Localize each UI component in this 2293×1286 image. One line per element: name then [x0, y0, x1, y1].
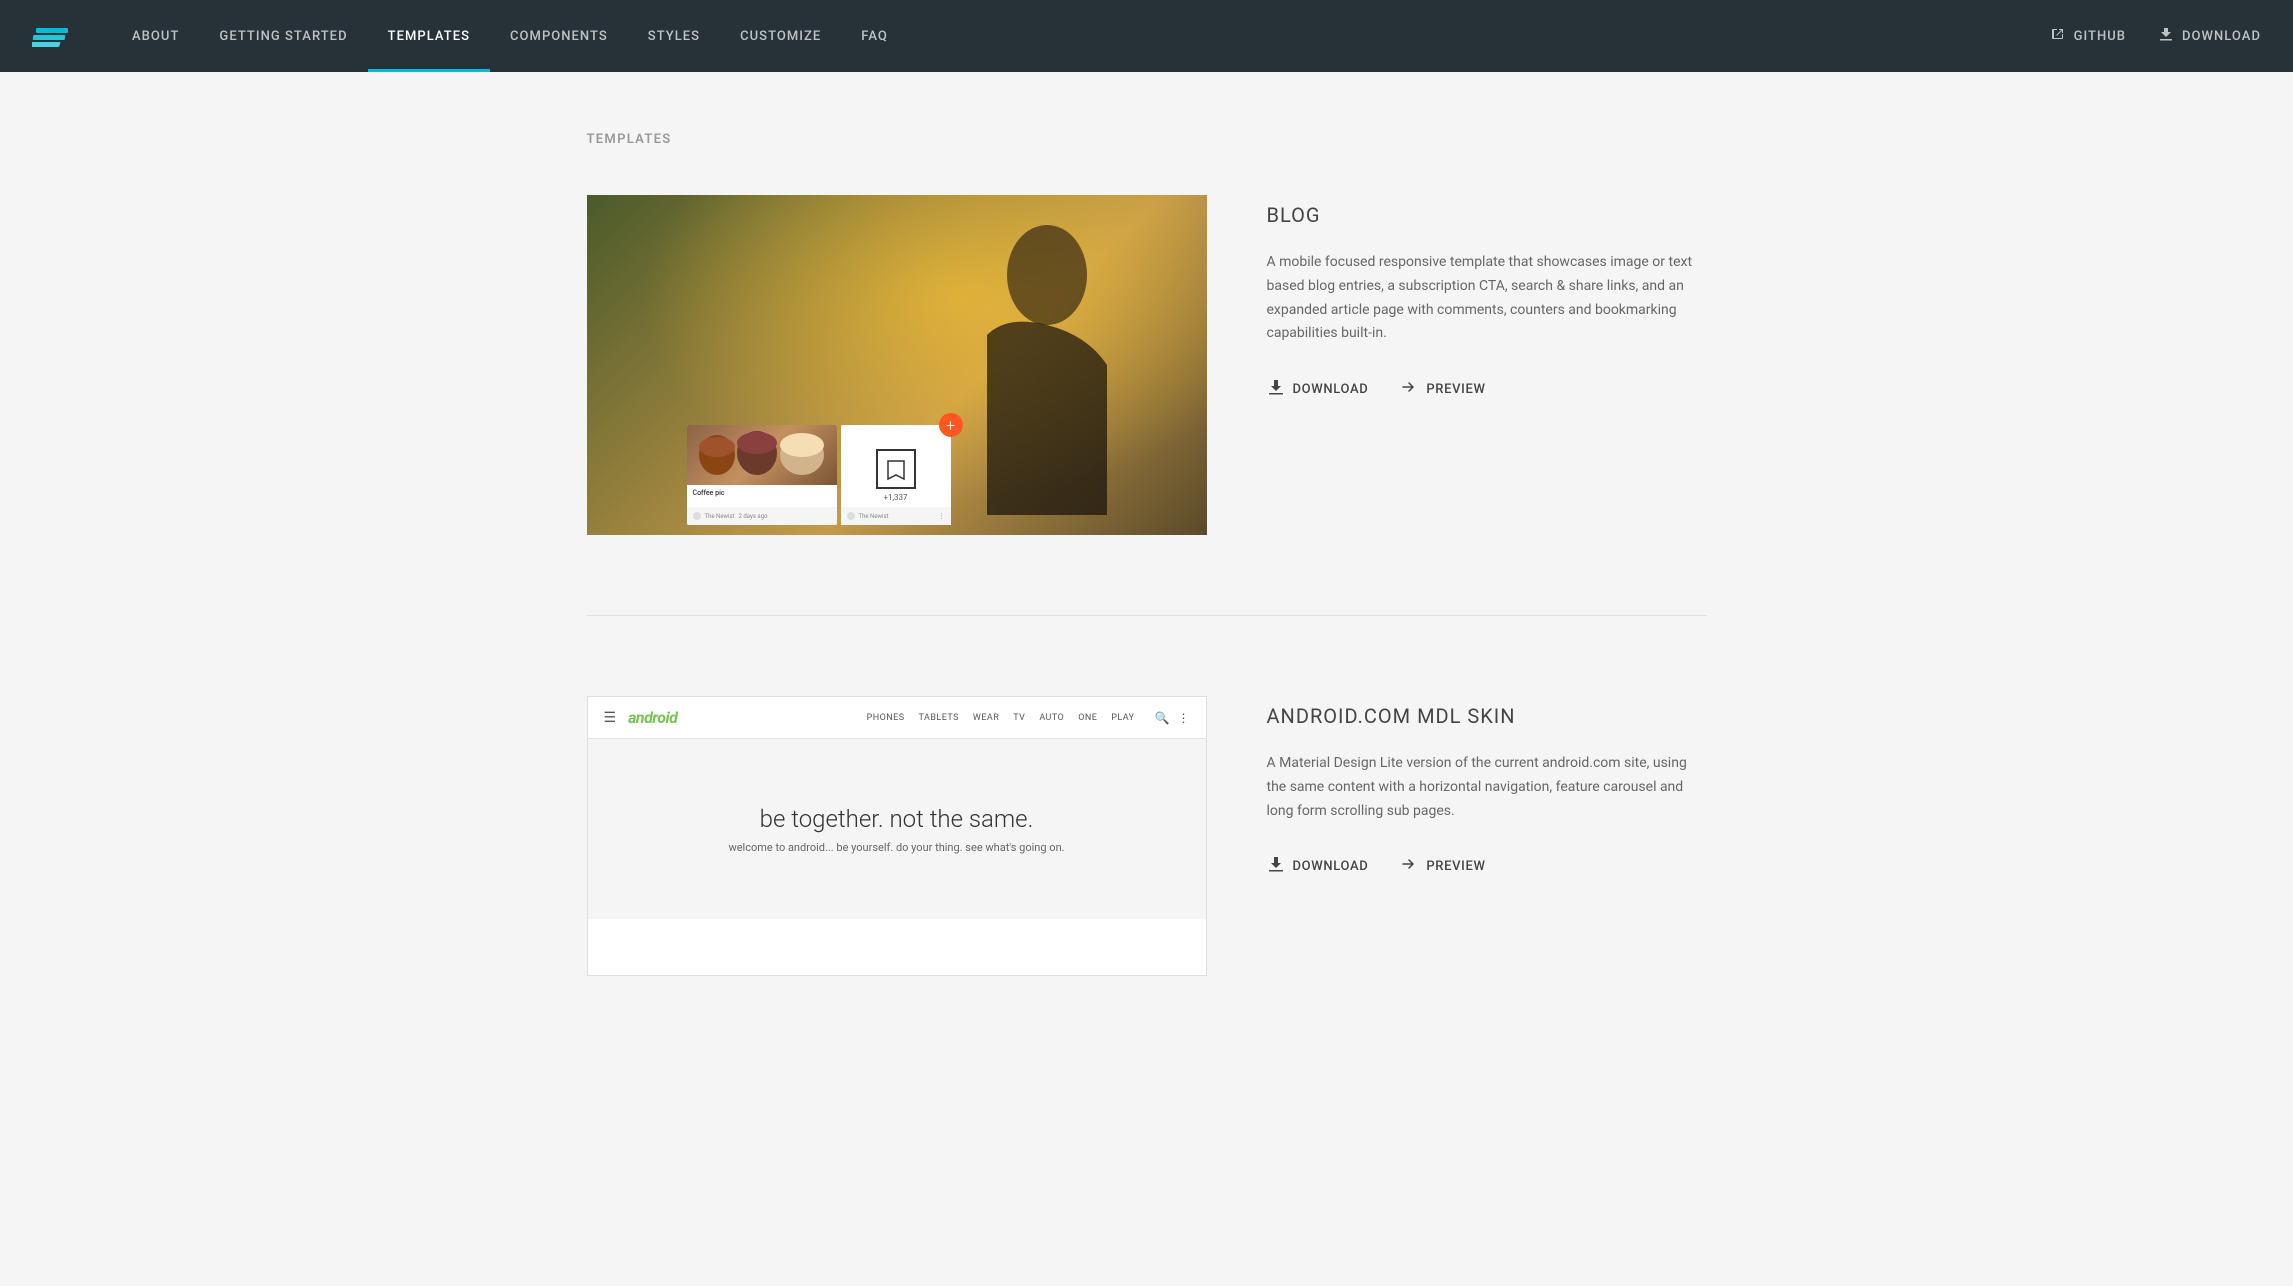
android-template-info: ANDROID.COM MDL SKIN A Material Design L… — [1267, 696, 1707, 877]
blog-card-photo: Coffee pic The Newist 2 days ago — [687, 425, 837, 525]
android-preview-image: ☰ android PHONES TABLETS WEAR TV AUTO ON… — [587, 696, 1207, 976]
download-icon-nav — [2158, 26, 2174, 46]
blog-card-bookmark-icon — [876, 449, 916, 489]
blog-plus-button[interactable]: + — [939, 413, 963, 437]
blog-card-icon-card: +1,337 The Newist ⋮ — [841, 425, 951, 525]
template-card-android: ☰ android PHONES TABLETS WEAR TV AUTO ON… — [587, 696, 1707, 976]
blog-download-label: Download — [1293, 382, 1369, 397]
blog-preview-cards: Coffee pic The Newist 2 days ago + — [687, 425, 951, 525]
page-title: TEMPLATES — [587, 132, 1707, 147]
template-card-blog: Coffee pic The Newist 2 days ago + — [587, 195, 1707, 535]
blog-template-actions: Download Preview — [1267, 378, 1707, 400]
blog-preview-button[interactable]: Preview — [1400, 378, 1485, 400]
blog-card-wrapper: + +1,337 The Newist ⋮ — [841, 425, 951, 525]
android-nav-phones[interactable]: PHONES — [867, 713, 905, 723]
blog-template-name: BLOG — [1267, 203, 1707, 227]
blog-card-footer-2: The Newist ⋮ — [841, 507, 951, 525]
link-icon — [2050, 26, 2066, 46]
blog-card-img — [687, 425, 837, 485]
navbar: ABOUT GETTING STARTED TEMPLATES COMPONEN… — [0, 0, 2293, 72]
nav-components[interactable]: COMPONENTS — [490, 0, 628, 72]
android-logo: android — [628, 708, 677, 727]
android-preview-button[interactable]: Preview — [1400, 855, 1485, 877]
blog-card-coffee-label: Coffee pic — [687, 485, 837, 501]
blog-card-date: 2 days ago — [739, 513, 768, 520]
blog-card-author-2: The Newist — [859, 513, 889, 520]
blog-card-avatar-2 — [847, 512, 855, 520]
nav-templates[interactable]: TEMPLATES — [368, 0, 490, 72]
android-search-icon[interactable]: 🔍 — [1155, 711, 1170, 725]
nav-styles[interactable]: STYLES — [628, 0, 720, 72]
android-download-button[interactable]: Download — [1267, 855, 1369, 877]
github-label: GitHub — [2074, 29, 2126, 44]
navbar-right: GitHub Download — [2050, 26, 2261, 46]
blog-card-counter: +1,337 — [883, 493, 907, 502]
github-link[interactable]: GitHub — [2050, 26, 2126, 46]
brand-logo[interactable] — [32, 16, 72, 56]
blog-person-silhouette — [927, 215, 1127, 495]
blog-card-avatar — [693, 512, 701, 520]
android-nav-play[interactable]: PLAY — [1111, 713, 1134, 723]
nav-getting-started[interactable]: GETTING STARTED — [199, 0, 367, 72]
android-nav-auto[interactable]: AUTO — [1039, 713, 1064, 723]
android-hero-subtitle: welcome to android... be yourself. do yo… — [728, 841, 1064, 854]
android-nav-icons: 🔍 ⋮ — [1155, 711, 1190, 725]
main-content: TEMPLATES — [547, 72, 1747, 1116]
nav-download-button[interactable]: Download — [2158, 26, 2261, 46]
android-template-actions: Download Preview — [1267, 855, 1707, 877]
nav-links: ABOUT GETTING STARTED TEMPLATES COMPONEN… — [112, 0, 2050, 72]
blog-preview-image: Coffee pic The Newist 2 days ago + — [587, 195, 1207, 535]
android-preview-label: Preview — [1426, 859, 1485, 874]
nav-about[interactable]: ABOUT — [112, 0, 199, 72]
blog-card-footer-1: The Newist 2 days ago — [687, 507, 837, 525]
blog-template-desc: A mobile focused responsive template tha… — [1267, 251, 1707, 346]
android-template-desc: A Material Design Lite version of the cu… — [1267, 752, 1707, 823]
nav-download-label: Download — [2182, 29, 2261, 44]
blog-card-menu[interactable]: ⋮ — [939, 513, 945, 520]
blog-card-author: The Newist — [705, 513, 735, 520]
blog-preview-label: Preview — [1426, 382, 1485, 397]
android-nav-links: PHONES TABLETS WEAR TV AUTO ONE PLAY — [867, 713, 1135, 723]
arrow-icon-blog — [1400, 378, 1418, 400]
android-nav-bar: ☰ android PHONES TABLETS WEAR TV AUTO ON… — [588, 697, 1206, 739]
android-hamburger-icon: ☰ — [604, 710, 617, 726]
arrow-icon-android — [1400, 855, 1418, 877]
divider-1 — [587, 615, 1707, 616]
android-nav-one[interactable]: ONE — [1078, 713, 1097, 723]
android-download-label: Download — [1293, 859, 1369, 874]
android-hero-section: be together. not the same. welcome to an… — [588, 739, 1206, 919]
android-more-icon[interactable]: ⋮ — [1178, 711, 1190, 725]
blog-download-button[interactable]: Download — [1267, 378, 1369, 400]
android-template-name: ANDROID.COM MDL SKIN — [1267, 704, 1707, 728]
android-nav-wear[interactable]: WEAR — [973, 713, 999, 723]
android-nav-tablets[interactable]: TABLETS — [919, 713, 959, 723]
android-nav-tv[interactable]: TV — [1013, 713, 1025, 723]
android-hero-title: be together. not the same. — [760, 805, 1034, 833]
nav-customize[interactable]: CUSTOMIZE — [720, 0, 841, 72]
download-icon-blog — [1267, 378, 1285, 400]
nav-faq[interactable]: FAQ — [841, 0, 908, 72]
blog-template-info: BLOG A mobile focused responsive templat… — [1267, 195, 1707, 400]
download-icon-android — [1267, 855, 1285, 877]
